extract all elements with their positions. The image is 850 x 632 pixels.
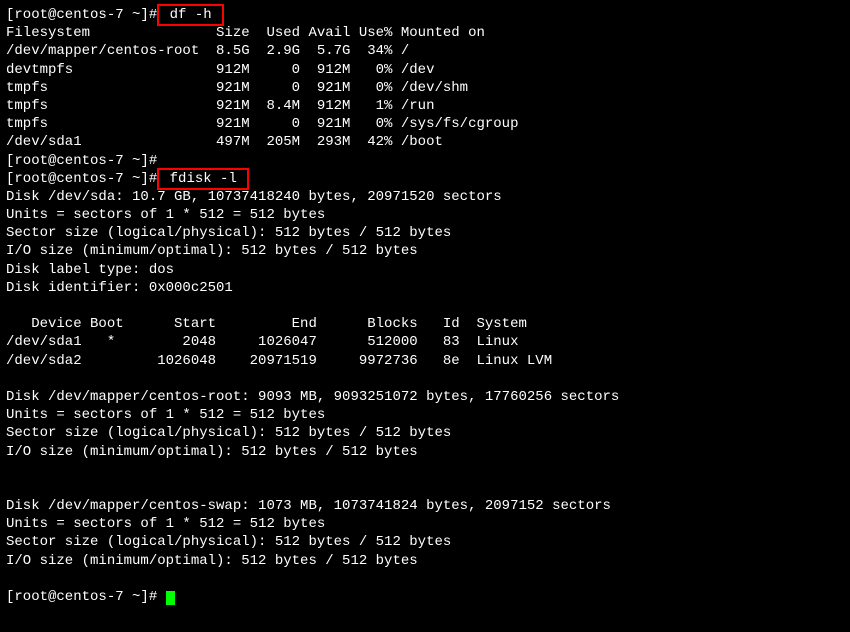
blank-line	[6, 297, 844, 315]
fdisk-root-sector: Sector size (logical/physical): 512 byte…	[6, 424, 844, 442]
fdisk-sda-sector: Sector size (logical/physical): 512 byte…	[6, 224, 844, 242]
fdisk-sda-label: Disk label type: dos	[6, 261, 844, 279]
df-row: tmpfs 921M 8.4M 912M 1% /run	[6, 97, 844, 115]
prompt-line-1: [root@centos-7 ~]# df -h	[6, 6, 844, 24]
blank-line	[6, 461, 844, 479]
df-row: /dev/sda1 497M 205M 293M 42% /boot	[6, 133, 844, 151]
fdisk-swap-io: I/O size (minimum/optimal): 512 bytes / …	[6, 552, 844, 570]
prompt-line-input[interactable]: [root@centos-7 ~]#	[6, 588, 844, 606]
prompt-text: [root@centos-7 ~]#	[6, 589, 166, 605]
fdisk-swap-sector: Sector size (logical/physical): 512 byte…	[6, 533, 844, 551]
prompt-line-empty: [root@centos-7 ~]#	[6, 152, 844, 170]
fdisk-root-header: Disk /dev/mapper/centos-root: 9093 MB, 9…	[6, 388, 844, 406]
df-row: tmpfs 921M 0 921M 0% /dev/shm	[6, 79, 844, 97]
prompt-text: [root@centos-7 ~]#	[6, 171, 157, 187]
df-row: tmpfs 921M 0 921M 0% /sys/fs/cgroup	[6, 115, 844, 133]
df-row: /dev/mapper/centos-root 8.5G 2.9G 5.7G 3…	[6, 42, 844, 60]
blank-line	[6, 570, 844, 588]
prompt-text: [root@centos-7 ~]#	[6, 7, 157, 23]
partition-row: /dev/sda1 * 2048 1026047 512000 83 Linux	[6, 333, 844, 351]
command-fdisk-l: fdisk -l	[157, 168, 249, 190]
fdisk-root-units: Units = sectors of 1 * 512 = 512 bytes	[6, 406, 844, 424]
fdisk-sda-io: I/O size (minimum/optimal): 512 bytes / …	[6, 242, 844, 260]
prompt-line-2: [root@centos-7 ~]# fdisk -l	[6, 170, 844, 188]
fdisk-sda-units: Units = sectors of 1 * 512 = 512 bytes	[6, 206, 844, 224]
cursor-icon	[166, 591, 175, 605]
partition-row: /dev/sda2 1026048 20971519 9972736 8e Li…	[6, 352, 844, 370]
fdisk-swap-units: Units = sectors of 1 * 512 = 512 bytes	[6, 515, 844, 533]
command-df-h: df -h	[157, 4, 224, 26]
blank-line	[6, 479, 844, 497]
df-row: devtmpfs 912M 0 912M 0% /dev	[6, 61, 844, 79]
fdisk-sda-header: Disk /dev/sda: 10.7 GB, 10737418240 byte…	[6, 188, 844, 206]
fdisk-root-io: I/O size (minimum/optimal): 512 bytes / …	[6, 443, 844, 461]
fdisk-sda-ident: Disk identifier: 0x000c2501	[6, 279, 844, 297]
partition-header: Device Boot Start End Blocks Id System	[6, 315, 844, 333]
blank-line	[6, 370, 844, 388]
df-header: Filesystem Size Used Avail Use% Mounted …	[6, 24, 844, 42]
fdisk-swap-header: Disk /dev/mapper/centos-swap: 1073 MB, 1…	[6, 497, 844, 515]
